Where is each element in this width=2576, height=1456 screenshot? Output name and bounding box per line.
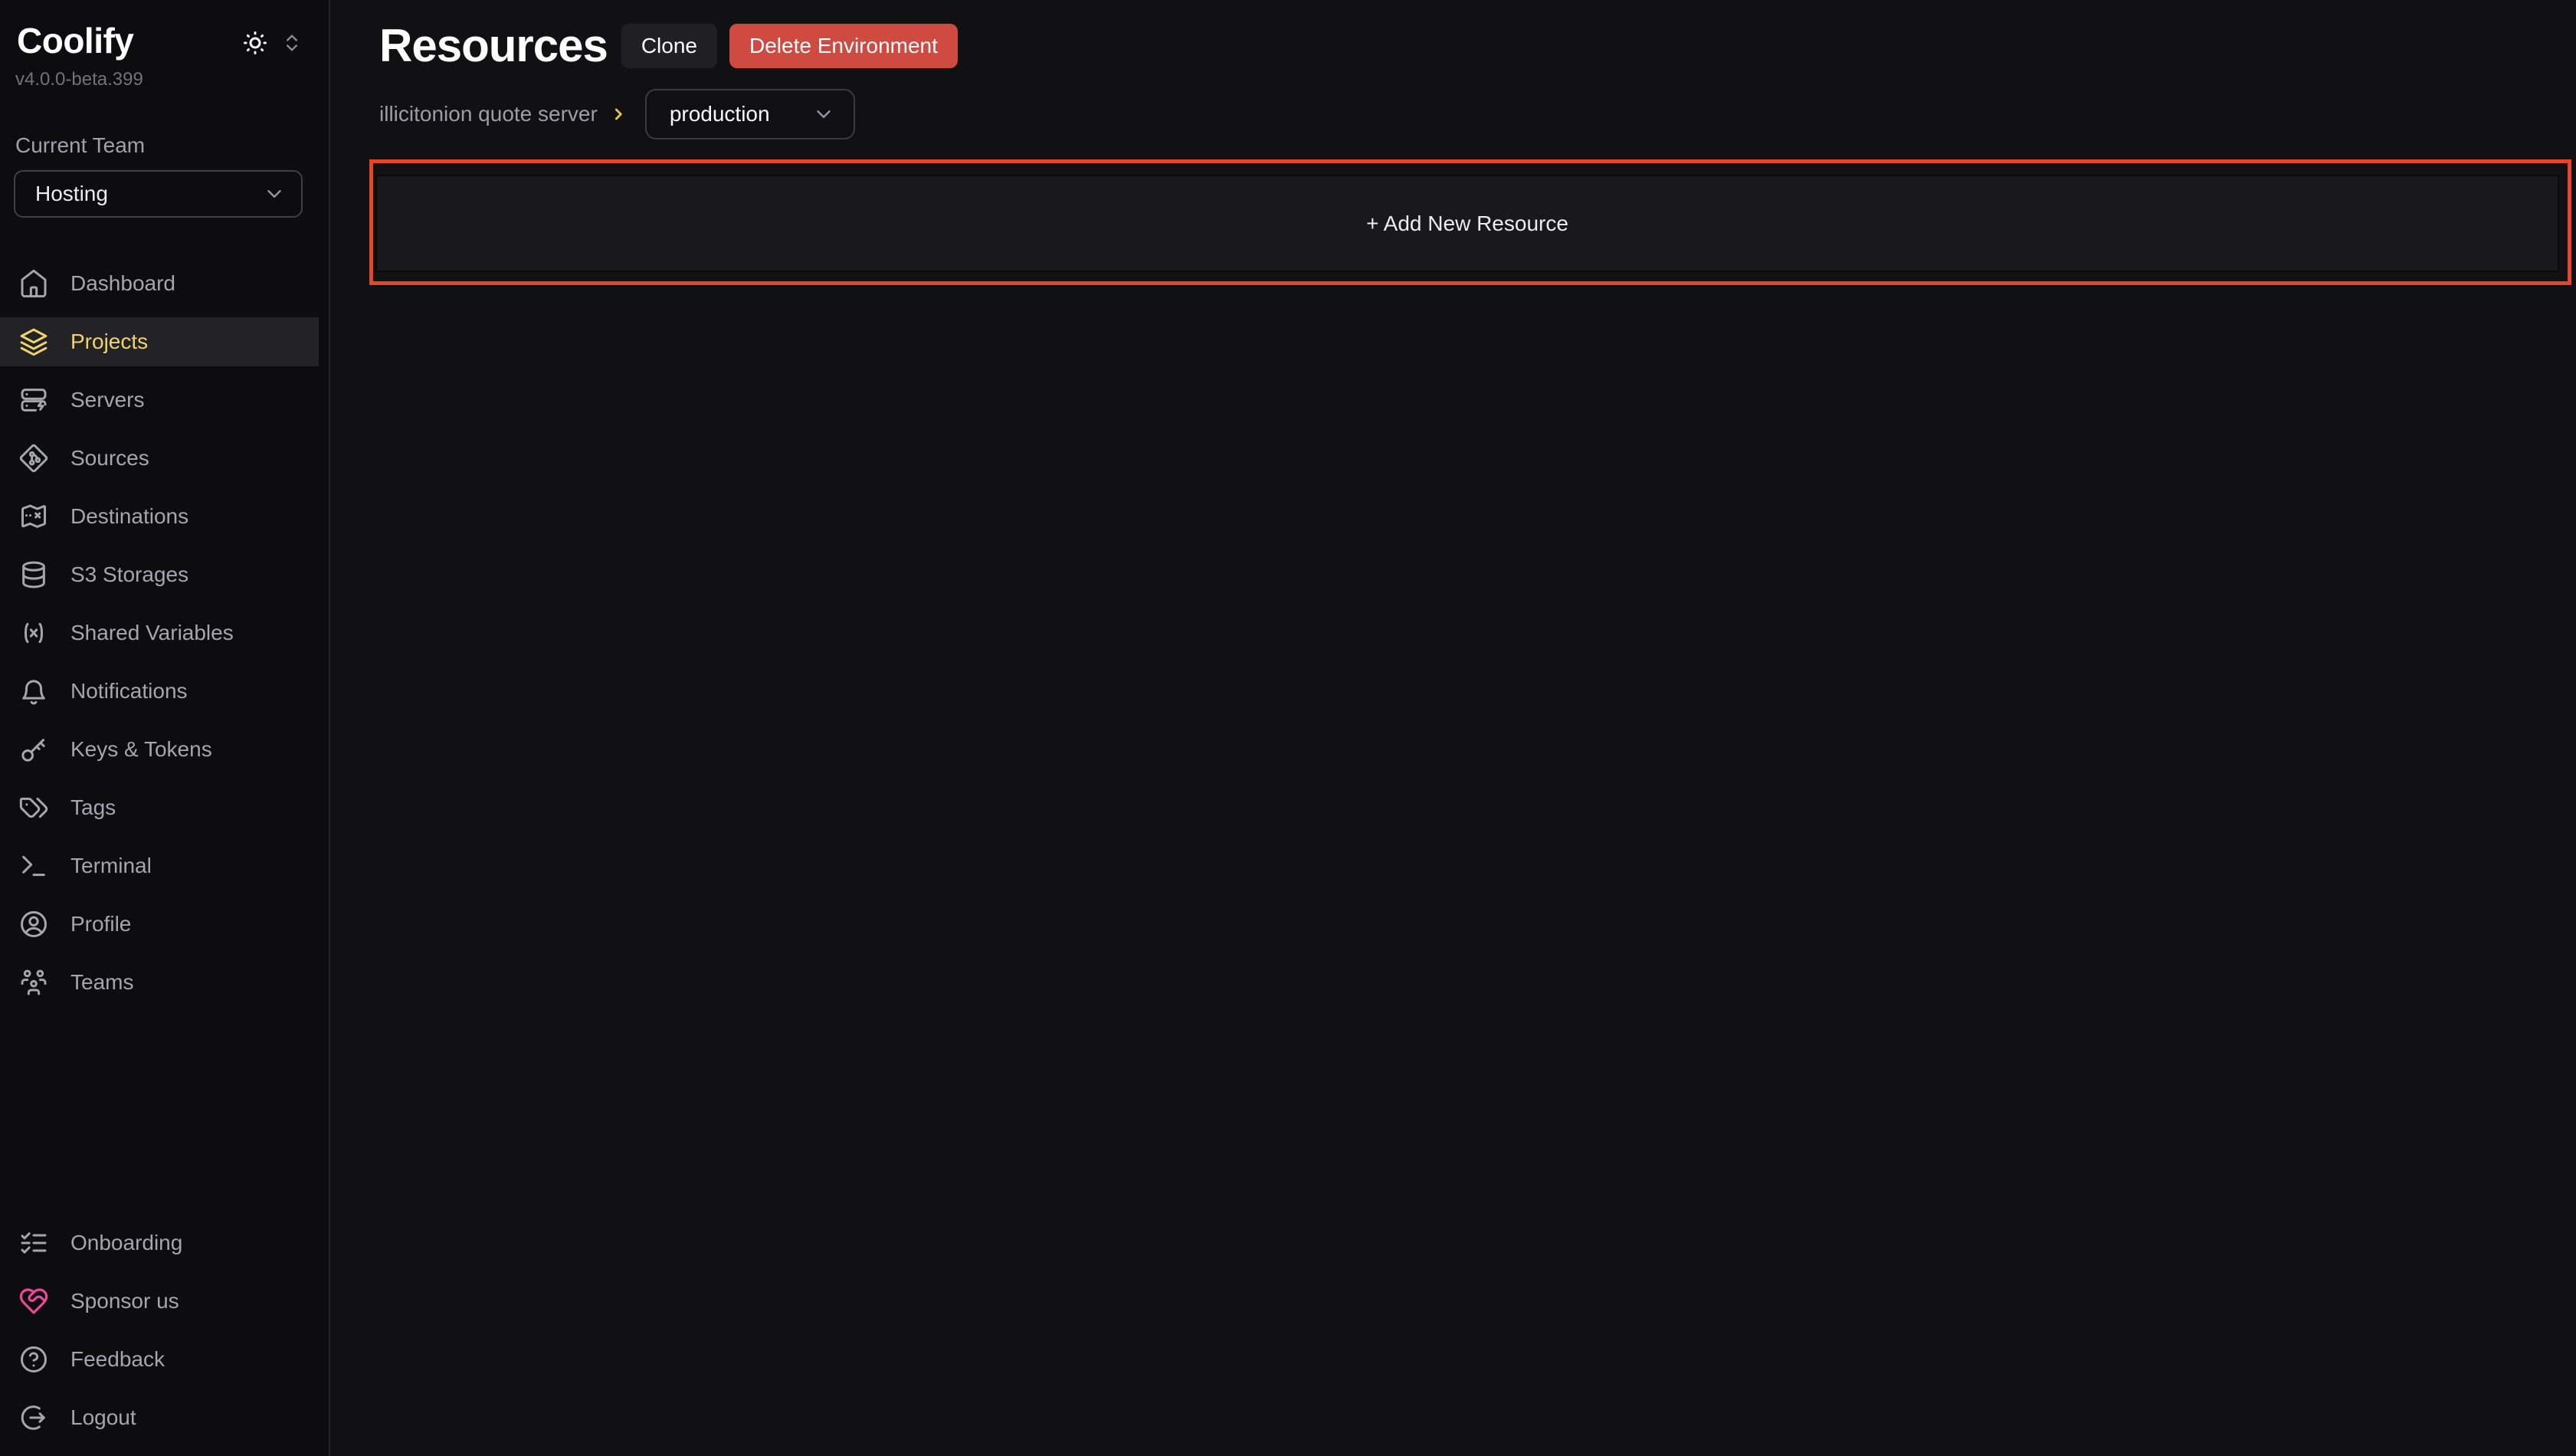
sidebar-item-keys-tokens[interactable]: Keys & Tokens [0, 725, 319, 774]
sidebar-item-servers[interactable]: Servers [0, 375, 319, 425]
sidebar-item-label: Projects [70, 330, 148, 354]
sidebar-item-label: Servers [70, 388, 144, 412]
map-x-icon [18, 501, 49, 532]
environment-select-value: production [670, 102, 770, 126]
page-header: Resources Clone Delete Environment [332, 0, 2576, 69]
list-checks-icon [18, 1228, 49, 1258]
sidebar-item-label: Sources [70, 446, 149, 471]
user-circle-icon [18, 909, 49, 940]
sidebar-item-label: Logout [70, 1405, 136, 1430]
sidebar-item-label: Dashboard [70, 271, 175, 296]
terminal-icon [18, 851, 49, 881]
app-logo: Coolify [17, 20, 133, 61]
sidebar-item-projects[interactable]: Projects [0, 317, 319, 366]
sidebar-item-tags[interactable]: Tags [0, 783, 319, 832]
sidebar-item-label: Shared Variables [70, 621, 234, 645]
variable-icon [18, 618, 49, 648]
sidebar-item-label: Destinations [70, 504, 188, 529]
sidebar-item-label: S3 Storages [70, 562, 188, 587]
current-team-label: Current Team [15, 133, 329, 158]
sidebar-item-label: Terminal [70, 854, 152, 878]
tags-icon [18, 792, 49, 823]
sun-icon[interactable] [241, 29, 269, 57]
home-icon [18, 268, 49, 299]
team-select[interactable]: Hosting [14, 170, 303, 218]
chevron-down-icon [812, 103, 835, 126]
add-new-resource-button[interactable]: + Add New Resource [375, 175, 2559, 272]
key-icon [18, 734, 49, 765]
sidebar-item-terminal[interactable]: Terminal [0, 841, 319, 890]
sidebar-item-label: Teams [70, 970, 133, 995]
clone-button[interactable]: Clone [621, 24, 717, 68]
sidebar-item-profile[interactable]: Profile [0, 900, 319, 949]
chevron-down-icon [263, 182, 286, 205]
breadcrumb-project-link[interactable]: illicitonion quote server [379, 102, 598, 126]
sidebar-item-destinations[interactable]: Destinations [0, 492, 319, 541]
sidebar-item-onboarding[interactable]: Onboarding [0, 1218, 319, 1267]
users-icon [18, 967, 49, 998]
logout-icon [18, 1402, 49, 1433]
sidebar-item-dashboard[interactable]: Dashboard [0, 259, 319, 308]
sidebar-item-s3-storages[interactable]: S3 Storages [0, 550, 319, 599]
page-title: Resources [379, 23, 608, 69]
app-version: v4.0.0-beta.399 [0, 69, 329, 90]
database-icon [18, 559, 49, 590]
sidebar-footer-nav: Onboarding Sponsor us Feedback [0, 1218, 329, 1456]
sidebar-item-shared-variables[interactable]: Shared Variables [0, 608, 319, 657]
sidebar-item-label: Profile [70, 912, 131, 936]
server-icon [18, 385, 49, 415]
delete-environment-button[interactable]: Delete Environment [729, 24, 958, 68]
sidebar-item-feedback[interactable]: Feedback [0, 1335, 319, 1384]
help-circle-icon [18, 1344, 49, 1375]
sidebar-item-label: Notifications [70, 679, 188, 703]
breadcrumb: illicitonion quote server production [332, 69, 2576, 139]
theme-controls [241, 29, 303, 57]
sidebar-item-sources[interactable]: Sources [0, 434, 319, 483]
sidebar-item-label: Sponsor us [70, 1289, 179, 1313]
sidebar: Coolify v4.0.0-beta.399 Current Team Hos… [0, 0, 330, 1456]
heart-handshake-icon [18, 1286, 49, 1317]
sidebar-item-teams[interactable]: Teams [0, 958, 319, 1007]
sidebar-item-label: Tags [70, 795, 116, 820]
git-diamond-icon [18, 443, 49, 474]
chevrons-up-down-icon[interactable] [281, 32, 303, 54]
main-content: Resources Clone Delete Environment illic… [332, 0, 2576, 1456]
chevron-right-icon [608, 104, 628, 124]
environment-select[interactable]: production [645, 89, 855, 139]
sidebar-nav: Dashboard Projects Servers [0, 259, 329, 1016]
team-select-value: Hosting [35, 182, 108, 206]
sidebar-item-notifications[interactable]: Notifications [0, 667, 319, 716]
sidebar-item-label: Onboarding [70, 1231, 182, 1255]
sidebar-item-logout[interactable]: Logout [0, 1393, 319, 1442]
sidebar-item-sponsor-us[interactable]: Sponsor us [0, 1277, 319, 1326]
logo-row: Coolify [0, 0, 329, 61]
layers-icon [18, 326, 49, 357]
sidebar-item-label: Keys & Tokens [70, 737, 212, 762]
sidebar-item-label: Feedback [70, 1347, 165, 1372]
bell-icon [18, 676, 49, 707]
